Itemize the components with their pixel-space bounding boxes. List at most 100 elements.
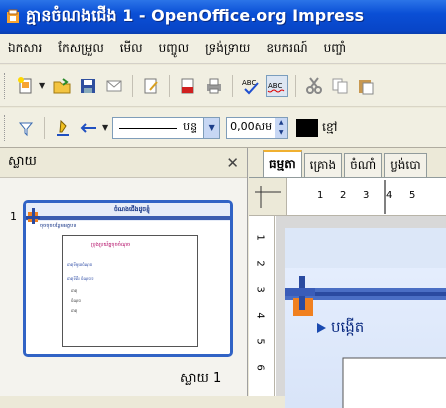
slide-number: 1 bbox=[10, 210, 17, 223]
thumb-item: ធាតុ​ទី​មួយ​ចំណុច bbox=[67, 262, 93, 267]
slide-name-label: ស្លាយ 1 bbox=[180, 371, 222, 386]
styles-icon bbox=[18, 122, 34, 136]
ruler-tick: 3 bbox=[254, 286, 266, 293]
arrow-style-button[interactable] bbox=[78, 117, 100, 139]
pdf-icon bbox=[181, 78, 194, 93]
new-icon bbox=[18, 76, 32, 93]
menu-format[interactable]: ទ្រង់ទ្រាយ bbox=[197, 40, 258, 58]
thumb-bullet: ចុច​ចុច​បន្ថែម​អត្ថបទ bbox=[40, 223, 77, 229]
ruler-tick: 2 bbox=[254, 260, 266, 267]
toolbar-grip[interactable] bbox=[4, 114, 7, 141]
menu-edit[interactable]: កែសម្រួល bbox=[50, 40, 111, 58]
toolbar-grip[interactable] bbox=[4, 72, 7, 99]
slide-canvas-area[interactable]: បង្កើត bbox=[276, 216, 446, 408]
menu-file[interactable]: ឯកសារ bbox=[0, 40, 50, 58]
edit-file-button[interactable] bbox=[140, 75, 162, 97]
spellcheck-button[interactable]: ABC bbox=[240, 75, 262, 97]
menu-tools[interactable]: ឧបករណ៍ bbox=[258, 40, 315, 58]
slide-thumbnail[interactable]: ចំណងជើងដូចខ្ញុំ ចុច​ចុច​បន្ថែម​អត្ថបទ ប្… bbox=[23, 200, 233, 357]
tab-outline[interactable]: គ្រោង bbox=[303, 153, 343, 177]
ruler-corner[interactable] bbox=[249, 178, 287, 216]
line-pen-icon bbox=[57, 119, 69, 136]
toolbar-separator bbox=[132, 74, 134, 97]
thumb-content-box: ប្រុងប្រយ័ត្ន​ចុចចំណុច ធាតុ​ទី​មួយ​ចំណុច… bbox=[62, 235, 198, 347]
vertical-ruler[interactable]: 1 2 3 4 5 6 bbox=[249, 216, 275, 396]
ruler-tick: 3 bbox=[363, 190, 370, 201]
tab-stop-icon bbox=[255, 186, 281, 208]
thumb-title: ចំណងជើងដូចខ្ញុំ bbox=[114, 206, 150, 213]
save-button[interactable] bbox=[77, 75, 99, 97]
indent-marker-icon[interactable] bbox=[381, 178, 391, 216]
email-button[interactable] bbox=[103, 75, 125, 97]
window-title: គ្មានចំណងជើង 1 - OpenOffice.org Impress bbox=[26, 6, 365, 25]
line-style-label: បន្ទ bbox=[183, 119, 198, 133]
line-style-dropdown-button[interactable]: ▼ bbox=[204, 116, 221, 139]
line-style-select[interactable]: បន្ទ bbox=[112, 116, 205, 139]
tab-notes[interactable]: ចំណាំ bbox=[344, 153, 383, 177]
toolbar-separator bbox=[169, 74, 171, 97]
open-folder-icon bbox=[53, 77, 71, 93]
menu-view[interactable]: មើល bbox=[112, 40, 151, 58]
view-tabs: ធម្មតា គ្រោង ចំណាំ ប្លង់បោ bbox=[249, 148, 446, 178]
ruler-tick: 1 bbox=[254, 234, 266, 241]
print-button[interactable] bbox=[203, 75, 225, 97]
line-button[interactable] bbox=[52, 117, 74, 139]
slide-edit-view[interactable]: បង្កើត bbox=[285, 228, 446, 408]
ruler-tick: 5 bbox=[254, 338, 266, 345]
line-color-label[interactable]: ខ្មៅ bbox=[322, 119, 337, 137]
ruler-tick: 1 bbox=[317, 190, 324, 201]
menu-insert[interactable]: បញ្ចូល bbox=[151, 40, 197, 58]
ruler-tick: 4 bbox=[254, 312, 266, 319]
line-color-swatch[interactable] bbox=[296, 118, 319, 137]
thumb-item: ធាតុ bbox=[71, 288, 78, 293]
printer-icon bbox=[207, 78, 222, 93]
line-width-spinner[interactable]: 0,00សម ▲ ▼ bbox=[226, 116, 289, 139]
workspace: ធម្មតា គ្រោង ចំណាំ ប្លង់បោ 1 2 3 4 5 1 2… bbox=[249, 148, 446, 408]
clipboard-icon bbox=[359, 79, 374, 94]
title-bar: គ្មានចំណងជើង 1 - OpenOffice.org Impress bbox=[0, 0, 446, 34]
thumb-item: ធាតុ bbox=[71, 308, 78, 313]
thumb-item: ចំណុច bbox=[71, 298, 81, 303]
styles-button[interactable] bbox=[15, 117, 37, 139]
autospellcheck-button[interactable]: ABC bbox=[266, 74, 289, 97]
save-disk-icon bbox=[81, 78, 96, 93]
email-icon bbox=[106, 80, 122, 91]
cut-button[interactable] bbox=[303, 75, 325, 97]
edit-document-icon bbox=[144, 78, 158, 93]
toolbar-separator bbox=[44, 116, 45, 139]
tab-normal[interactable]: ធម្មតា bbox=[263, 150, 302, 177]
paste-button[interactable] bbox=[355, 75, 377, 97]
tab-handout[interactable]: ប្លង់បោ bbox=[384, 153, 427, 177]
standard-toolbar: ▼ ABC ABC bbox=[0, 65, 446, 107]
thumb-item: ធាតុ​ទី​ពីរ​ ចំណុច​ៗ bbox=[67, 276, 94, 281]
slides-pane: ស្លាយ ✕ 1 ចំណងជើងដូចខ្ញុំ ចុច​ចុច​បន្ថែម… bbox=[0, 148, 248, 396]
impress-app-icon bbox=[7, 9, 19, 23]
spellcheck-icon: ABC bbox=[242, 79, 259, 94]
slides-pane-title: ស្លាយ bbox=[8, 154, 37, 169]
menu-slideshow[interactable]: បញ្ចាំ bbox=[316, 40, 355, 58]
arrow-style-dropdown-arrow[interactable]: ▼ bbox=[102, 123, 108, 132]
line-fill-toolbar: ▼ បន្ទ ▼ 0,00សម ▲ ▼ ខ្មៅ bbox=[0, 108, 446, 148]
svg-text:ABC: ABC bbox=[268, 82, 282, 90]
new-dropdown-arrow[interactable]: ▼ bbox=[39, 81, 45, 90]
line-style-preview bbox=[119, 127, 178, 129]
line-width-value: 0,00សម bbox=[230, 119, 273, 133]
thumb-inner-title: ប្រុងប្រយ័ត្ន​ចុចចំណុច bbox=[91, 242, 131, 248]
ruler-tick: 6 bbox=[254, 364, 266, 371]
slide-bullet-text[interactable]: បង្កើត bbox=[331, 318, 364, 340]
export-pdf-button[interactable] bbox=[177, 75, 199, 97]
open-button[interactable] bbox=[51, 75, 73, 97]
autospellcheck-icon: ABC bbox=[267, 82, 285, 92]
toolbar-separator bbox=[232, 74, 234, 97]
close-pane-icon[interactable]: ✕ bbox=[226, 154, 239, 172]
spinner-arrows-icon[interactable]: ▲ ▼ bbox=[275, 117, 288, 138]
copy-icon bbox=[332, 78, 348, 93]
ruler-tick: 5 bbox=[409, 190, 416, 201]
scissors-icon bbox=[306, 76, 323, 94]
slide-background-graphic bbox=[285, 228, 446, 408]
ruler-tick: 2 bbox=[340, 190, 347, 201]
horizontal-ruler[interactable]: 1 2 3 4 5 bbox=[287, 178, 446, 216]
new-document-button[interactable] bbox=[15, 75, 37, 97]
copy-button[interactable] bbox=[329, 75, 351, 97]
arrow-style-icon bbox=[80, 122, 96, 133]
